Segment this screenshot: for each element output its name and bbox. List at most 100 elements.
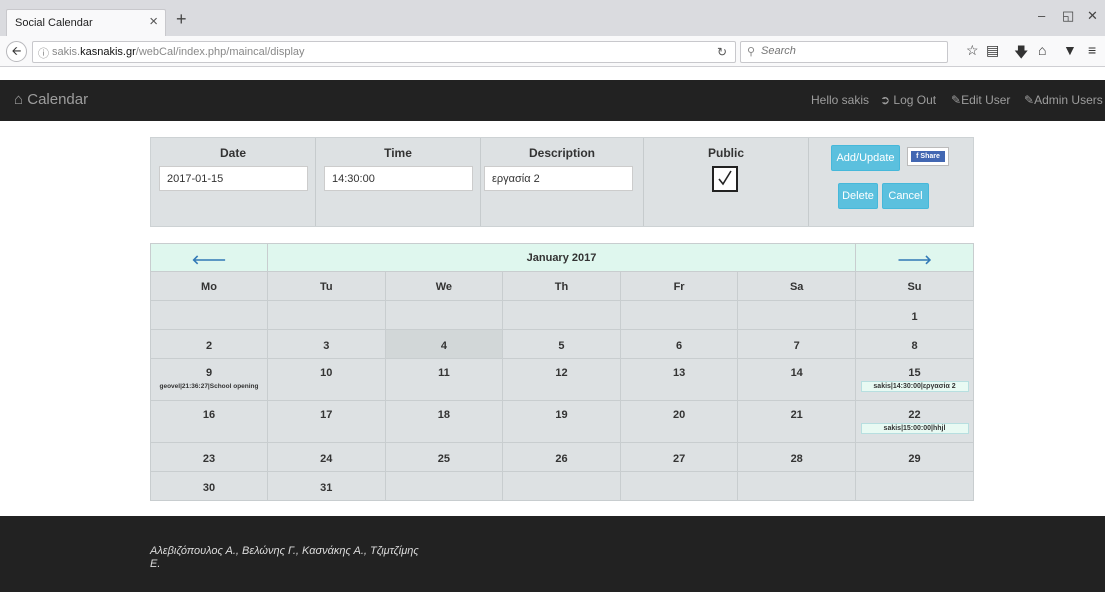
day-cell[interactable]: 23 — [150, 442, 268, 472]
week-row: 9 geovel|21:36:27|School opening 10 11 1… — [150, 358, 974, 401]
back-arrow-icon[interactable]: 🡨 — [6, 41, 27, 62]
admin-users-link[interactable]: ✎Admin Users — [1024, 93, 1103, 107]
menu-icon[interactable]: ≡ — [1088, 42, 1096, 58]
day-cell[interactable]: 20 — [619, 400, 739, 443]
day-cell[interactable]: 18 — [384, 400, 504, 443]
cancel-button[interactable]: Cancel — [882, 183, 929, 209]
day-cell[interactable]: 19 — [502, 400, 621, 443]
day-cell[interactable] — [619, 300, 739, 330]
downloads-icon[interactable]: 🡇 — [1014, 42, 1028, 66]
reload-icon[interactable]: ↻ — [717, 45, 727, 59]
search-input[interactable] — [761, 45, 941, 57]
greeting-text: Hello sakis — [811, 93, 870, 107]
tab-title: Social Calendar — [15, 17, 93, 29]
minimize-icon[interactable]: – — [1038, 8, 1045, 23]
day-cell[interactable] — [619, 471, 739, 501]
week-row: 30 31 — [150, 471, 974, 501]
url-bar[interactable]: ⓘ sakis.kasnakis.gr/webCal/index.php/mai… — [32, 41, 736, 63]
day-number: 15 — [908, 367, 921, 379]
day-cell[interactable]: 21 — [737, 400, 856, 443]
url-text[interactable]: sakis.kasnakis.gr/webCal/index.php/mainc… — [52, 46, 305, 58]
pencil-icon: ✎ — [1024, 93, 1035, 107]
brand-link[interactable]: ⌂ Calendar — [14, 91, 88, 108]
reading-list-icon[interactable]: ▤ — [986, 42, 999, 59]
day-cell[interactable] — [150, 300, 268, 330]
day-cell[interactable] — [502, 471, 621, 501]
footer-credits: Αλεβιζόπουλος Α., Βελώνης Γ., Κασνάκης Α… — [150, 545, 419, 570]
day-cell[interactable]: 10 — [267, 358, 386, 401]
day-cell[interactable]: 29 — [855, 442, 974, 472]
tab-close-icon[interactable]: × — [149, 13, 158, 30]
day-cell[interactable]: 8 — [855, 329, 974, 359]
day-cell[interactable]: 7 — [737, 329, 856, 359]
close-window-icon[interactable]: ✕ — [1087, 8, 1098, 24]
facebook-share-button[interactable]: f Share — [907, 147, 949, 166]
logout-link[interactable]: ➲ Log Out — [880, 93, 936, 107]
restore-icon[interactable]: ◱ — [1062, 8, 1074, 24]
browser-tabstrip: Social Calendar × + – ◱ ✕ — [0, 0, 1105, 36]
day-cell[interactable]: 31 — [267, 471, 386, 501]
weekday-tu: Tu — [267, 271, 386, 301]
bookmark-star-icon[interactable]: ☆ — [966, 42, 979, 59]
day-cell[interactable]: 24 — [267, 442, 386, 472]
day-cell[interactable]: 30 — [150, 471, 268, 501]
day-cell[interactable]: 11 — [384, 358, 504, 401]
next-month-button[interactable]: 🡒 — [855, 243, 974, 272]
weekday-su: Su — [855, 271, 974, 301]
footer: Αλεβιζόπουλος Α., Βελώνης Γ., Κασνάκης Α… — [0, 516, 1105, 592]
event-entry[interactable]: sakis|14:30:00|εργασία 2 — [860, 381, 969, 392]
day-cell[interactable] — [384, 471, 504, 501]
day-cell[interactable]: 5 — [502, 329, 621, 359]
day-cell[interactable] — [855, 471, 974, 501]
date-field[interactable] — [159, 166, 308, 191]
arrow-left-icon: 🡐 — [191, 252, 227, 267]
day-cell[interactable]: 27 — [619, 442, 739, 472]
day-cell[interactable]: 2 — [150, 329, 268, 359]
day-cell[interactable]: 25 — [384, 442, 504, 472]
day-cell[interactable] — [502, 300, 621, 330]
week-row: 2 3 4 5 6 7 8 — [150, 329, 974, 359]
day-cell[interactable]: 13 — [619, 358, 739, 401]
search-bar[interactable]: ⚲ — [740, 41, 948, 63]
delete-button[interactable]: Delete — [838, 183, 878, 209]
day-number: 9 — [205, 367, 213, 379]
public-checkbox[interactable] — [712, 166, 738, 192]
day-cell[interactable]: 1 — [855, 300, 974, 330]
event-entry[interactable]: sakis|15:00:00|hhjl — [860, 423, 969, 434]
logout-icon: ➲ — [880, 93, 891, 107]
info-icon[interactable]: ⓘ — [38, 45, 49, 61]
new-tab-icon[interactable]: + — [176, 9, 187, 30]
day-cell[interactable]: 15 sakis|14:30:00|εργασία 2 — [855, 358, 974, 401]
browser-tab[interactable]: Social Calendar × — [6, 9, 166, 36]
day-cell[interactable]: 9 geovel|21:36:27|School opening — [150, 358, 268, 401]
day-cell[interactable] — [267, 300, 386, 330]
day-cell[interactable]: 6 — [619, 329, 739, 359]
add-update-button[interactable]: Add/Update — [831, 145, 900, 171]
day-cell-today[interactable]: 4 — [384, 329, 504, 359]
description-field[interactable] — [484, 166, 633, 191]
pocket-icon[interactable]: ▼ — [1063, 42, 1077, 58]
day-cell[interactable]: 14 — [737, 358, 856, 401]
week-row: 1 — [150, 300, 974, 330]
browser-toolbar: 🡨 ⓘ sakis.kasnakis.gr/webCal/index.php/m… — [0, 36, 1105, 67]
time-field[interactable] — [324, 166, 473, 191]
week-row: 16 17 18 19 20 21 22 sakis|15:00:00|hhjl — [150, 400, 974, 443]
prev-month-button[interactable]: 🡐 — [150, 243, 268, 272]
day-cell[interactable] — [384, 300, 504, 330]
edit-user-link[interactable]: ✎Edit User — [951, 93, 1010, 107]
day-cell[interactable] — [737, 471, 856, 501]
weekday-we: We — [384, 271, 504, 301]
day-cell[interactable]: 12 — [502, 358, 621, 401]
day-cell[interactable]: 16 — [150, 400, 268, 443]
event-entry[interactable]: geovel|21:36:27|School opening — [160, 382, 259, 391]
day-cell[interactable]: 3 — [267, 329, 386, 359]
home-icon[interactable]: ⌂ — [1038, 42, 1046, 58]
day-cell[interactable]: 17 — [267, 400, 386, 443]
pencil-icon: ✎ — [951, 93, 962, 107]
actions-column: Add/Update f Share Delete Cancel — [809, 138, 973, 226]
day-cell[interactable]: 28 — [737, 442, 856, 472]
weekday-th: Th — [502, 271, 621, 301]
day-cell[interactable]: 26 — [502, 442, 621, 472]
day-cell[interactable] — [737, 300, 856, 330]
day-cell[interactable]: 22 sakis|15:00:00|hhjl — [855, 400, 974, 443]
